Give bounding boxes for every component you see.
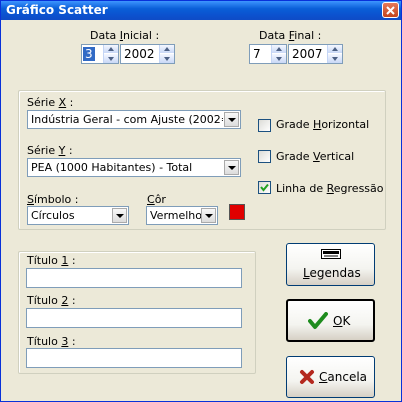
arrow-down-icon <box>276 56 282 61</box>
dialog-window: Gráfico Scatter Data Inicial : 3 2002 Da… <box>0 0 402 402</box>
simbolo-label: Símbolo : <box>27 193 79 206</box>
spin-up-button[interactable] <box>328 45 342 54</box>
titulo-1-input[interactable] <box>26 268 242 288</box>
spin-up-button[interactable] <box>160 45 174 54</box>
legendas-button[interactable]: Legendas <box>286 243 375 286</box>
chevron-down-icon <box>227 117 236 122</box>
cor-select[interactable]: Vermelho <box>146 206 218 225</box>
dropdown-button[interactable] <box>224 112 239 127</box>
arrow-down-icon <box>332 56 338 61</box>
cor-value: Vermelho <box>150 209 202 222</box>
data-final-year-value: 2007 <box>292 47 323 61</box>
legend-icon <box>321 249 341 259</box>
legendas-label: Legendas <box>303 266 361 280</box>
titulo-1-label: Título 1 : <box>27 254 76 267</box>
cancela-label: Cancela <box>319 370 368 384</box>
close-icon <box>386 5 395 15</box>
spin-up-button[interactable] <box>272 45 286 54</box>
arrow-down-icon <box>164 56 170 61</box>
grade-horizontal-label: Grade Horizontal <box>276 118 370 131</box>
serie-y-select[interactable]: PEA (1000 Habitantes) - Total <box>27 158 241 177</box>
arrow-up-icon <box>276 47 282 51</box>
data-final-year-spinner[interactable]: 2007 <box>288 44 343 64</box>
titulo-3-input[interactable] <box>26 348 242 368</box>
titulo-3-label: Título 3 : <box>27 335 76 348</box>
close-button[interactable] <box>382 2 399 18</box>
serie-y-value: PEA (1000 Habitantes) - Total <box>31 161 193 174</box>
spin-down-button[interactable] <box>104 54 118 63</box>
data-inicial-year-value: 2002 <box>124 47 155 61</box>
serie-y-label: Série Y : <box>27 144 73 157</box>
linha-regressao-label: Linha de Regressão <box>276 182 384 195</box>
title-bar[interactable]: Gráfico Scatter <box>1 1 401 20</box>
titulo-2-input[interactable] <box>26 308 242 328</box>
grade-vertical-checkbox[interactable] <box>258 150 271 163</box>
data-inicial-month-spinner[interactable]: 3 <box>81 44 119 64</box>
data-inicial-year-spinner[interactable]: 2002 <box>120 44 175 64</box>
spin-down-button[interactable] <box>272 54 286 63</box>
spin-down-button[interactable] <box>328 54 342 63</box>
checkmark-icon <box>308 312 328 329</box>
serie-x-value: Indústria Geral - com Ajuste (2002=100) <box>31 113 223 126</box>
spin-down-button[interactable] <box>160 54 174 63</box>
window-title: Gráfico Scatter <box>6 3 108 17</box>
color-swatch <box>229 204 245 220</box>
data-final-month-value: 7 <box>253 47 261 61</box>
chevron-down-icon <box>115 213 124 218</box>
cor-label: Côr <box>147 193 166 206</box>
ok-label: OK <box>333 314 351 328</box>
dropdown-button[interactable] <box>201 208 216 223</box>
grade-horizontal-checkbox[interactable] <box>258 119 271 132</box>
simbolo-select[interactable]: Círculos <box>27 206 129 225</box>
x-mark-icon <box>300 370 314 384</box>
linha-regressao-checkbox[interactable] <box>258 181 271 194</box>
cancela-button[interactable]: Cancela <box>286 356 375 398</box>
data-inicial-month-value: 3 <box>83 47 95 61</box>
titulo-2-label: Título 2 : <box>27 294 76 307</box>
serie-x-select[interactable]: Indústria Geral - com Ajuste (2002=100) <box>27 110 241 129</box>
dropdown-button[interactable] <box>224 160 239 175</box>
chevron-down-icon <box>227 165 236 170</box>
checkmark-icon <box>260 183 269 192</box>
simbolo-value: Círculos <box>31 209 75 222</box>
ok-button[interactable]: OK <box>286 299 375 342</box>
arrow-up-icon <box>108 47 114 51</box>
chevron-down-icon <box>204 213 213 218</box>
arrow-up-icon <box>164 47 170 51</box>
data-final-label: Data Final : <box>259 29 322 42</box>
serie-x-label: Série X : <box>27 96 74 109</box>
data-inicial-label: Data Inicial : <box>90 29 160 42</box>
grade-vertical-label: Grade Vertical <box>276 150 355 163</box>
arrow-up-icon <box>332 47 338 51</box>
spin-up-button[interactable] <box>104 45 118 54</box>
data-final-month-spinner[interactable]: 7 <box>249 44 287 64</box>
dropdown-button[interactable] <box>112 208 127 223</box>
arrow-down-icon <box>108 56 114 61</box>
